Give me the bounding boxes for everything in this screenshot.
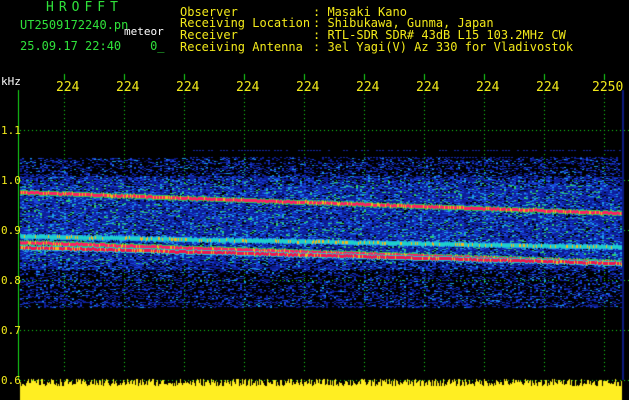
x-tick-label: 224: [176, 80, 200, 95]
extra-flag: 0_: [150, 39, 165, 53]
file-name: UT2509172240.pn: [20, 18, 129, 32]
x-tick-label: 2250: [592, 80, 624, 95]
x-tick-label: 224: [416, 80, 440, 95]
y-tick-label: 0.9: [1, 224, 21, 237]
app-title: HROFFT: [46, 0, 123, 15]
y-tick-label: 0.6: [1, 374, 21, 387]
x-tick-label: 224: [296, 80, 320, 95]
spectrogram-window: { "header": { "title": "HROFFT", "filena…: [0, 0, 629, 400]
spectrogram-canvas: [0, 0, 629, 400]
x-tick-label: 224: [116, 80, 140, 95]
y-tick-label: 1.0: [1, 174, 21, 187]
x-tick-label: 224: [536, 80, 560, 95]
x-tick-label: 224: [356, 80, 380, 95]
x-tick-label: 224: [236, 80, 260, 95]
y-tick-label: 1.1: [1, 124, 21, 137]
y-tick-label: 0.8: [1, 274, 21, 287]
x-tick-label: 224: [476, 80, 500, 95]
detection-tag: meteor: [124, 25, 164, 38]
timestamp: 25.09.17 22:40 0_: [20, 39, 165, 53]
antenna-value: : 3el Yagi(V) Az 330 for Vladivostok: [313, 40, 574, 54]
y-axis-unit: kHz: [1, 75, 21, 88]
antenna-label: Receiving Antenna: [180, 40, 303, 54]
y-tick-label: 0.7: [1, 324, 21, 337]
x-tick-label: 224: [56, 80, 80, 95]
